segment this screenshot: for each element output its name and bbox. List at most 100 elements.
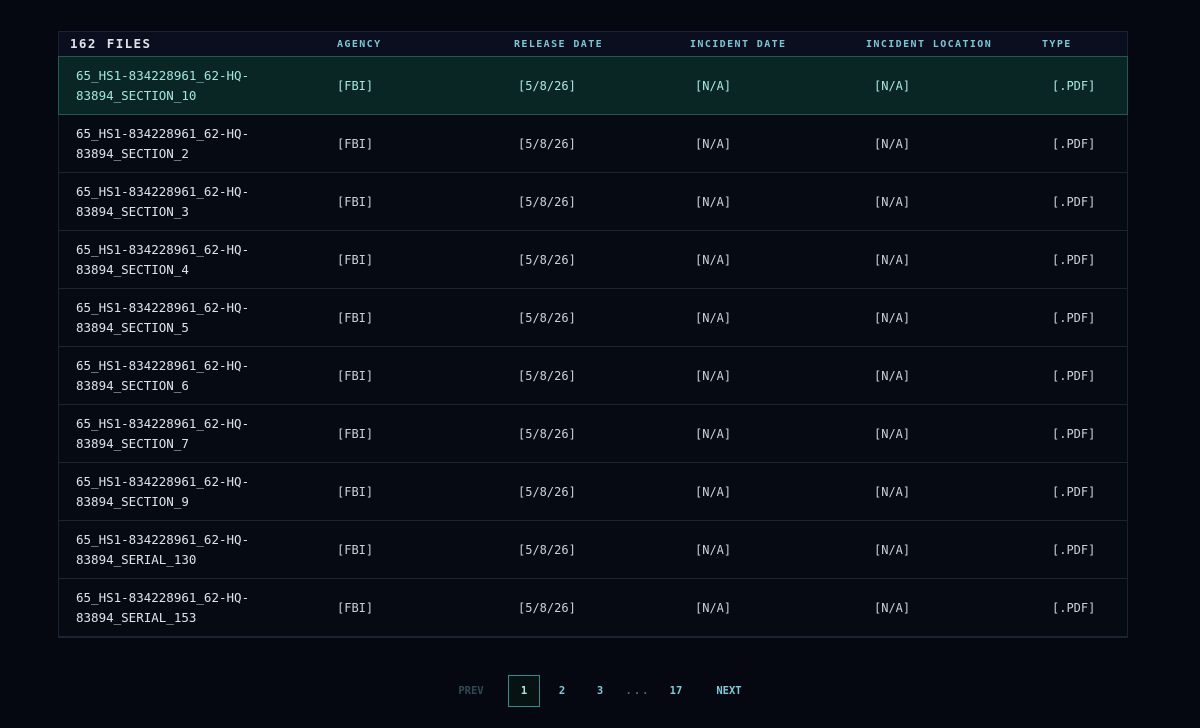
file-type-cell: [.PDF] bbox=[1052, 78, 1096, 93]
table-row[interactable]: 65_HS1-834228961_62-HQ- 83894_SECTION_7 [F… bbox=[59, 405, 1127, 463]
column-header-files[interactable]: 162 FILES bbox=[59, 34, 319, 54]
file-name-line-1: 65_HS1-834228961_62-HQ- bbox=[76, 473, 250, 489]
release-date-cell: [5/8/26] bbox=[518, 542, 576, 557]
table-row[interactable]: 65_HS1-834228961_62-HQ- 83894_SERIAL_153 [… bbox=[59, 579, 1127, 637]
table-row[interactable]: 65_HS1-834228961_62-HQ- 83894_SECTION_3 [F… bbox=[59, 173, 1127, 231]
file-name-line-2: 83894_SECTION_2 bbox=[76, 145, 189, 161]
incident-date-cell: [N/A] bbox=[695, 136, 732, 151]
agency-cell: [FBI] bbox=[337, 426, 374, 441]
release-date-cell: [5/8/26] bbox=[518, 78, 576, 93]
file-name[interactable]: 65_HS1-834228961_62-HQ- 83894_SECTION_2 bbox=[59, 124, 319, 164]
file-name-line-1: 65_HS1-834228961_62-HQ- bbox=[76, 357, 250, 373]
release-date-cell: [5/8/26] bbox=[518, 484, 576, 499]
page-ellipsis: ... bbox=[625, 685, 651, 697]
incident-location-cell: [N/A] bbox=[874, 136, 911, 151]
release-date-cell: [5/8/26] bbox=[518, 310, 576, 325]
file-name-line-1: 65_HS1-834228961_62-HQ- bbox=[76, 531, 250, 547]
incident-location-cell: [N/A] bbox=[874, 484, 911, 499]
file-count: 162 bbox=[70, 36, 97, 51]
file-name-line-1: 65_HS1-834228961_62-HQ- bbox=[76, 241, 250, 257]
file-name[interactable]: 65_HS1-834228961_62-HQ- 83894_SECTION_9 bbox=[59, 472, 319, 512]
table-row[interactable]: 65_HS1-834228961_62-HQ- 83894_SECTION_9 [F… bbox=[59, 463, 1127, 521]
table-row[interactable]: 65_HS1-834228961_62-HQ- 83894_SERIAL_130 [… bbox=[59, 521, 1127, 579]
incident-location-cell: [N/A] bbox=[874, 310, 911, 325]
incident-date-cell: [N/A] bbox=[695, 368, 732, 383]
agency-cell: [FBI] bbox=[337, 600, 374, 615]
agency-cell: [FBI] bbox=[337, 542, 374, 557]
table-row[interactable]: 65_HS1-834228961_62-HQ- 83894_SECTION_5 [F… bbox=[59, 289, 1127, 347]
file-name-line-2: 83894_SECTION_9 bbox=[76, 493, 189, 509]
file-name-line-2: 83894_SECTION_6 bbox=[76, 377, 189, 393]
release-date-cell: [5/8/26] bbox=[518, 194, 576, 209]
table-header: 162 FILES AGENCY RELEASE DATE INCIDENT DA… bbox=[59, 32, 1127, 57]
incident-location-cell: [N/A] bbox=[874, 194, 911, 209]
next-page-button[interactable]: NEXT bbox=[713, 675, 745, 707]
agency-cell: [FBI] bbox=[337, 368, 374, 383]
table-row[interactable]: 65_HS1-834228961_62-HQ- 83894_SECTION_2 [F… bbox=[59, 115, 1127, 173]
column-header-incident-location[interactable]: INCIDENT LOCATION bbox=[855, 39, 1033, 50]
incident-location-cell: [N/A] bbox=[874, 600, 911, 615]
file-name[interactable]: 65_HS1-834228961_62-HQ- 83894_SECTION_6 bbox=[59, 356, 319, 396]
file-name-line-2: 83894_SERIAL_153 bbox=[76, 609, 197, 625]
page-button-2[interactable]: 2 bbox=[546, 675, 578, 707]
file-name-line-1: 65_HS1-834228961_62-HQ- bbox=[76, 183, 250, 199]
files-label: FILES bbox=[106, 36, 152, 51]
incident-location-cell: [N/A] bbox=[874, 252, 911, 267]
files-table: 162 FILES AGENCY RELEASE DATE INCIDENT DA… bbox=[58, 31, 1128, 638]
file-type-cell: [.PDF] bbox=[1052, 136, 1096, 151]
release-date-cell: [5/8/26] bbox=[518, 368, 576, 383]
file-name-line-2: 83894_SERIAL_130 bbox=[76, 551, 197, 567]
incident-location-cell: [N/A] bbox=[874, 426, 911, 441]
file-name[interactable]: 65_HS1-834228961_62-HQ- 83894_SECTION_3 bbox=[59, 182, 319, 222]
file-name[interactable]: 65_HS1-834228961_62-HQ- 83894_SECTION_4 bbox=[59, 240, 319, 280]
agency-cell: [FBI] bbox=[337, 484, 374, 499]
page-button-1[interactable]: 1 bbox=[508, 675, 540, 707]
incident-date-cell: [N/A] bbox=[695, 252, 732, 267]
file-type-cell: [.PDF] bbox=[1052, 310, 1096, 325]
prev-page-button[interactable]: PREV bbox=[455, 675, 487, 707]
column-header-incident-date[interactable]: INCIDENT DATE bbox=[676, 39, 855, 50]
agency-cell: [FBI] bbox=[337, 194, 374, 209]
file-name[interactable]: 65_HS1-834228961_62-HQ- 83894_SERIAL_153 bbox=[59, 588, 319, 628]
page-button-last[interactable]: 17 bbox=[660, 675, 692, 707]
file-name-line-1: 65_HS1-834228961_62-HQ- bbox=[76, 415, 250, 431]
agency-cell: [FBI] bbox=[337, 310, 374, 325]
incident-location-cell: [N/A] bbox=[874, 78, 911, 93]
file-name-line-2: 83894_SECTION_4 bbox=[76, 261, 189, 277]
page-button-3[interactable]: 3 bbox=[584, 675, 616, 707]
incident-date-cell: [N/A] bbox=[695, 484, 732, 499]
incident-location-cell: [N/A] bbox=[874, 368, 911, 383]
file-name[interactable]: 65_HS1-834228961_62-HQ- 83894_SECTION_10 bbox=[59, 66, 319, 106]
file-name-line-1: 65_HS1-834228961_62-HQ- bbox=[76, 67, 250, 83]
release-date-cell: [5/8/26] bbox=[518, 252, 576, 267]
release-date-cell: [5/8/26] bbox=[518, 600, 576, 615]
table-row[interactable]: 65_HS1-834228961_62-HQ- 83894_SECTION_10 [… bbox=[58, 56, 1128, 115]
column-header-release-date[interactable]: RELEASE DATE bbox=[497, 39, 676, 50]
incident-date-cell: [N/A] bbox=[695, 542, 732, 557]
table-row[interactable]: 65_HS1-834228961_62-HQ- 83894_SECTION_4 [F… bbox=[59, 231, 1127, 289]
file-name-line-2: 83894_SECTION_5 bbox=[76, 319, 189, 335]
agency-cell: [FBI] bbox=[337, 78, 374, 93]
table-row[interactable]: 65_HS1-834228961_62-HQ- 83894_SECTION_6 [F… bbox=[59, 347, 1127, 405]
incident-date-cell: [N/A] bbox=[695, 426, 732, 441]
agency-cell: [FBI] bbox=[337, 136, 374, 151]
incident-date-cell: [N/A] bbox=[695, 600, 732, 615]
file-type-cell: [.PDF] bbox=[1052, 542, 1096, 557]
file-name-line-2: 83894_SECTION_7 bbox=[76, 435, 189, 451]
file-name[interactable]: 65_HS1-834228961_62-HQ- 83894_SERIAL_130 bbox=[59, 530, 319, 570]
file-type-cell: [.PDF] bbox=[1052, 368, 1096, 383]
agency-cell: [FBI] bbox=[337, 252, 374, 267]
release-date-cell: [5/8/26] bbox=[518, 136, 576, 151]
file-name[interactable]: 65_HS1-834228961_62-HQ- 83894_SECTION_5 bbox=[59, 298, 319, 338]
column-header-agency[interactable]: AGENCY bbox=[319, 39, 497, 50]
file-type-cell: [.PDF] bbox=[1052, 600, 1096, 615]
file-name[interactable]: 65_HS1-834228961_62-HQ- 83894_SECTION_7 bbox=[59, 414, 319, 454]
column-header-type[interactable]: TYPE bbox=[1033, 39, 1127, 50]
file-name-line-1: 65_HS1-834228961_62-HQ- bbox=[76, 125, 250, 141]
incident-date-cell: [N/A] bbox=[695, 78, 732, 93]
file-name-line-2: 83894_SECTION_10 bbox=[76, 87, 197, 103]
pagination: PREV 1 2 3 ... 17 NEXT bbox=[0, 674, 1200, 708]
file-name-line-2: 83894_SECTION_3 bbox=[76, 203, 189, 219]
file-type-cell: [.PDF] bbox=[1052, 194, 1096, 209]
table-body: 65_HS1-834228961_62-HQ- 83894_SECTION_10 [… bbox=[58, 56, 1128, 637]
